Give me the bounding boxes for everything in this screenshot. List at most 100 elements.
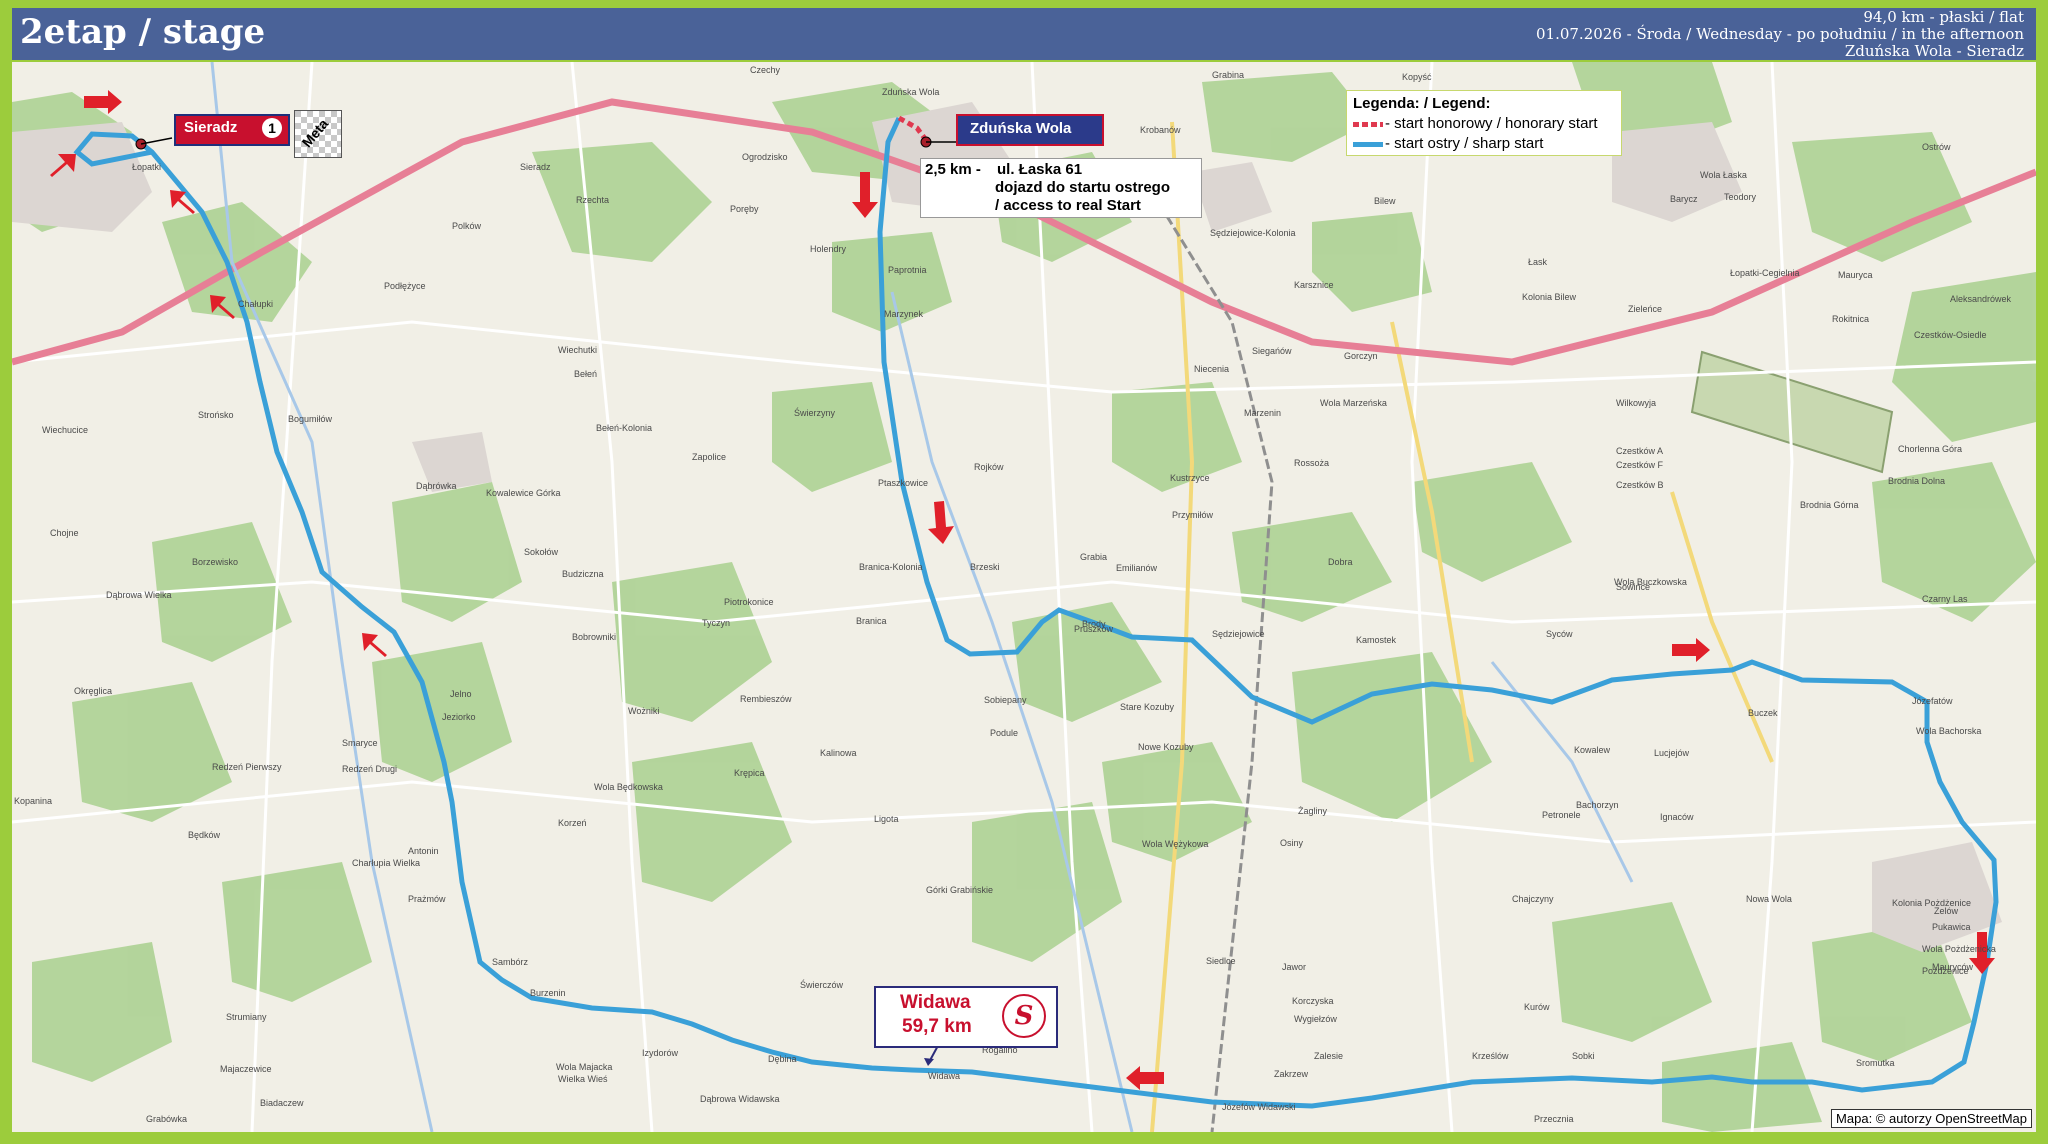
place-label: Smaryce (342, 738, 378, 748)
place-label: Sędziejowice (1212, 629, 1265, 639)
place-label: Polków (452, 221, 482, 231)
finish-town: Sieradz (184, 119, 238, 136)
place-label: Sobki (1572, 1051, 1595, 1061)
place-label: Łopatki-Cegielnia (1730, 268, 1800, 278)
finish-pointer (140, 137, 173, 145)
direction-arrow-icon (852, 172, 878, 218)
sprint-icon: S (1002, 994, 1046, 1038)
place-label: Łopatki (132, 162, 162, 172)
stage-date: 01.07.2026 - Środa / Wednesday - po połu… (1535, 25, 2024, 43)
place-label: Podłężyce (384, 281, 426, 291)
place-label: Bogumiłów (288, 414, 333, 424)
place-label: Syców (1546, 629, 1573, 639)
place-label: Izydorów (642, 1048, 679, 1058)
place-label: Antonin (408, 846, 439, 856)
access-en: / access to real Start (995, 197, 1141, 214)
place-label: Siedlce (1206, 956, 1236, 966)
place-label: Chajczyny (1512, 894, 1554, 904)
map-frame: 2etap / stage 94,0 km - płaski / flat 01… (0, 0, 2048, 1144)
map-canvas[interactable]: Czechy Zduńska Wola Kopyść Grabina Krobanów O… (12, 62, 2036, 1132)
place-label: Dobra (1328, 557, 1353, 567)
map-attribution[interactable]: Mapa: © autorzy OpenStreetMap (1831, 1109, 2032, 1128)
place-label: Zieleńce (1628, 304, 1663, 314)
place-label: Wola Łaska (1700, 170, 1747, 180)
place-label: Sromutka (1856, 1058, 1895, 1068)
place-label: Podule (990, 728, 1019, 738)
place-label: Redzeń Drugi (342, 764, 398, 774)
start-town: Zduńska Wola (970, 120, 1072, 137)
header-bar: 2etap / stage 94,0 km - płaski / flat 01… (12, 8, 2036, 60)
place-label: Rokitnica (1832, 314, 1870, 324)
place-label: Poręby (730, 204, 759, 214)
place-label: Wygiełzów (1294, 1014, 1337, 1024)
place-label: Rembieszów (740, 694, 792, 704)
place-label: Wola Będkowska (594, 782, 663, 792)
place-label: Sędziejowice-Kolonia (1210, 228, 1296, 238)
direction-arrow-icon (1672, 638, 1710, 662)
place-label: Bilew (1374, 196, 1396, 206)
place-label: Chorlenna Góra (1898, 444, 1963, 454)
place-label: Siegańów (1252, 346, 1292, 356)
place-label: Rossoża (1294, 458, 1330, 468)
place-label: Bełeń (574, 369, 598, 379)
place-label: Teodory (1724, 192, 1757, 202)
stage-distance: 94,0 km - płaski / flat (1863, 8, 2024, 26)
place-label: Wola Pożdżenicka (1922, 944, 1996, 954)
place-label: Krobanów (1140, 125, 1181, 135)
place-label: Grabia (1080, 552, 1108, 562)
place-label: Niecenia (1194, 364, 1230, 374)
place-label: Kowalewice Górka (486, 488, 561, 498)
place-label: Strumiany (226, 1012, 267, 1022)
place-label: Ostrów (1922, 142, 1951, 152)
stage-route: Zduńska Wola - Sieradz (1844, 42, 2024, 60)
place-label: Stare Kozuby (1120, 702, 1175, 712)
place-label: Wiechutki (558, 345, 598, 355)
place-label: Nowa Wola (1746, 894, 1792, 904)
place-label: Zakrzew (1274, 1069, 1309, 1079)
place-label: Jawor (1282, 962, 1307, 972)
access-pl: dojazd do startu ostrego (995, 179, 1171, 196)
place-label: Gorczyn (1344, 351, 1378, 361)
place-label: Bachorzyn (1576, 800, 1619, 810)
place-label: Buczek (1748, 708, 1778, 718)
place-label: Ptaszkowice (878, 478, 929, 488)
place-label: Marzenin (1244, 408, 1282, 418)
place-label: Jeziorko (442, 712, 476, 722)
place-label: Sokołów (524, 547, 559, 557)
place-label: Korczyska (1292, 996, 1334, 1006)
place-label: Ignaców (1660, 812, 1694, 822)
place-label: Przymiłów (1172, 510, 1214, 520)
place-label: Józefatów (1912, 696, 1953, 706)
place-label: Wola Wężykowa (1142, 839, 1209, 849)
place-label: Wożniki (628, 706, 660, 716)
place-label: Wola Marzeńska (1320, 398, 1387, 408)
stage-title: 2etap / stage (20, 12, 266, 52)
place-label: Chałupki (238, 299, 274, 309)
place-label: Holendry (810, 244, 847, 254)
place-label: Sowińce (1616, 582, 1651, 592)
place-label: Rojków (974, 462, 1004, 472)
place-label: Emilianów (1116, 563, 1158, 573)
place-label: Barycz (1670, 194, 1698, 204)
place-label: Kolonia Pożdżenice (1892, 898, 1972, 908)
place-label: Czestków-Osiedle (1914, 330, 1987, 340)
place-label: Zduńska Wola (882, 87, 940, 97)
place-label: Będków (188, 830, 221, 840)
place-label: Żagliny (1298, 806, 1328, 816)
place-label: Korzeń (558, 818, 587, 828)
place-label: Kustrzyce (1170, 473, 1210, 483)
place-label: Karsznice (1294, 280, 1334, 290)
place-label: Sieradz (520, 162, 551, 172)
place-label: Wilkowyja (1616, 398, 1657, 408)
place-label: Nowe Kozuby (1138, 742, 1194, 752)
legend-sharp: - start ostry / sharp start (1353, 135, 1543, 152)
direction-arrow-icon (362, 633, 387, 657)
access-street: ul. Łaska 61 (997, 161, 1083, 178)
place-label: Wola Majacka (556, 1062, 613, 1072)
place-label: Chojne (50, 528, 79, 538)
place-label: Przecznia (1534, 1114, 1574, 1124)
place-label: Kowalew (1574, 745, 1611, 755)
place-label: Majaczewice (220, 1064, 272, 1074)
place-label: Sobiepany (984, 695, 1027, 705)
place-label: Grabina (1212, 70, 1245, 80)
